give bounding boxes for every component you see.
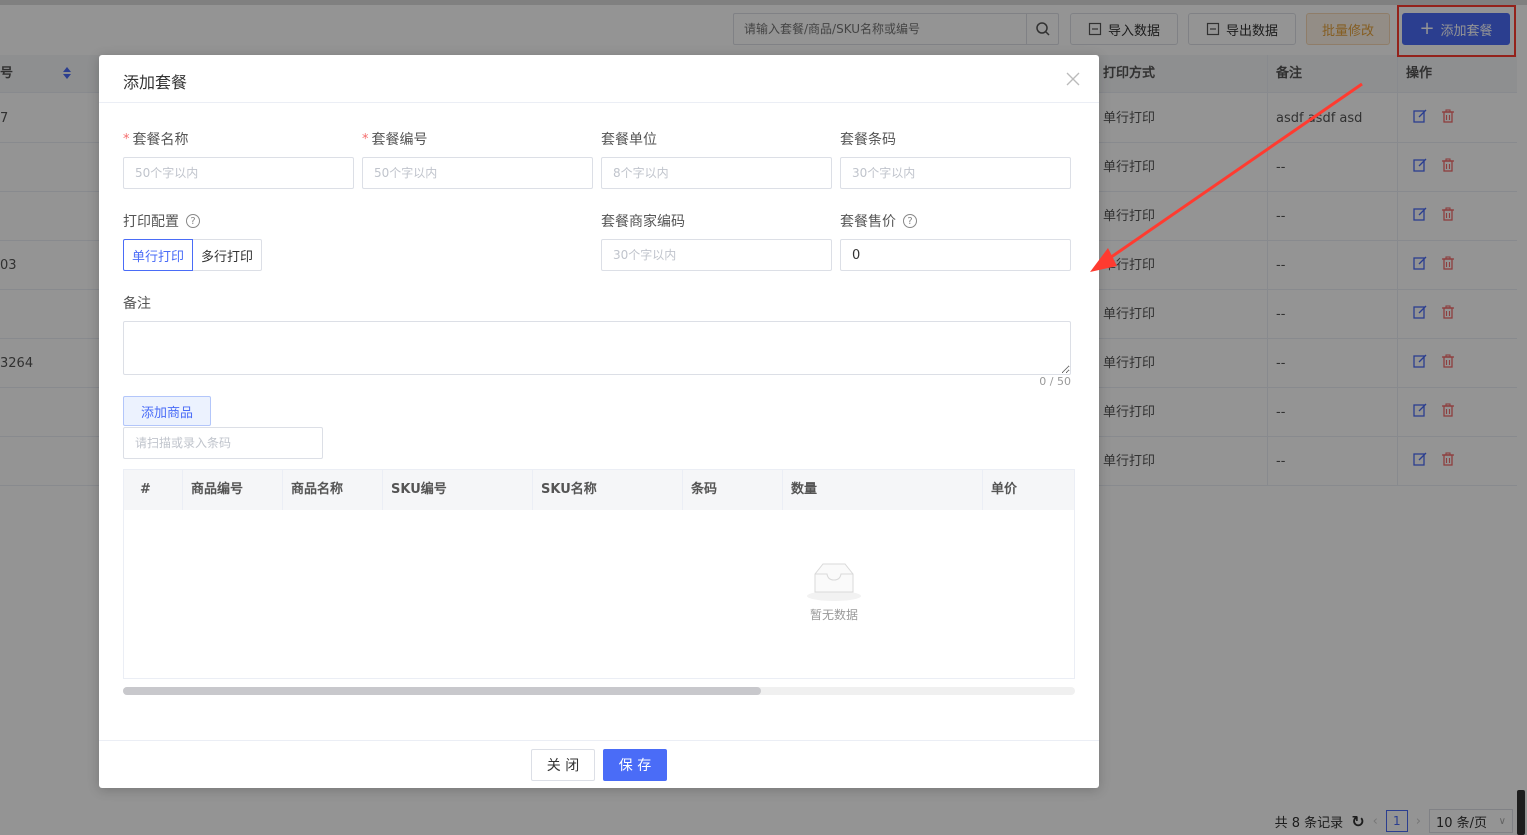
goods-table-header: # 商品编号 商品名称 SKU编号 SKU名称 条码 数量 单价 [124,470,1074,510]
hscrollbar-thumb[interactable] [123,687,761,695]
print-single-option[interactable]: 单行打印 [123,239,194,271]
package-unit-label: 套餐单位 [601,129,657,149]
print-config-radio-group: 单行打印 多行打印 [123,239,263,271]
print-config-label: 打印配置 ? [123,211,200,231]
empty-state: 暂无数据 [804,560,864,623]
remark-label: 备注 [123,293,151,313]
dialog-footer: 关 闭 保 存 [99,740,1099,788]
goods-th-barcode: 条码 [683,470,783,510]
merchant-code-input[interactable] [601,239,832,271]
add-package-dialog: 添加套餐 * 套餐名称 * 套餐编号 套餐单位 套餐条码 打印配置 ? 单行打印… [99,55,1099,788]
help-icon[interactable]: ? [186,214,200,228]
close-button[interactable]: 关 闭 [531,749,595,781]
remark-textarea[interactable] [123,321,1071,375]
price-input[interactable] [840,239,1071,271]
price-label-text: 套餐售价 [840,214,896,230]
required-mark: * [362,131,369,147]
goods-th-product-code: 商品编号 [183,470,283,510]
package-barcode-label-text: 套餐条码 [840,132,896,148]
goods-th-product-name: 商品名称 [283,470,383,510]
package-unit-input[interactable] [601,157,832,189]
goods-th-sku-code: SKU编号 [383,470,533,510]
add-goods-button[interactable]: 添加商品 [123,396,211,426]
package-code-label-text: 套餐编号 [371,132,428,148]
remark-label-text: 备注 [123,296,151,312]
close-icon[interactable] [1063,69,1083,89]
help-icon[interactable]: ? [903,214,917,228]
package-unit-label-text: 套餐单位 [601,132,657,148]
print-config-label-text: 打印配置 [123,214,179,230]
price-label: 套餐售价 ? [840,211,917,231]
barcode-scan-input[interactable] [123,427,323,459]
merchant-code-label-text: 套餐商家编码 [601,214,685,230]
package-name-input[interactable] [123,157,354,189]
goods-th-sku-name: SKU名称 [533,470,683,510]
package-barcode-label: 套餐条码 [840,129,896,149]
goods-th-quantity: 数量 [783,470,983,510]
goods-th-index: # [124,470,183,510]
empty-box-icon [807,563,861,601]
required-mark: * [123,131,130,147]
package-name-label-text: 套餐名称 [132,132,189,148]
package-barcode-input[interactable] [840,157,1071,189]
print-multi-option[interactable]: 多行打印 [193,239,263,271]
goods-th-unit-price: 单价 [991,482,1018,497]
dialog-header: 添加套餐 [99,55,1099,103]
remark-char-counter: 0 / 50 [1039,375,1071,388]
save-button[interactable]: 保 存 [603,749,667,781]
goods-table-hscrollbar[interactable] [123,687,1075,695]
dialog-title: 添加套餐 [123,73,188,92]
empty-text: 暂无数据 [809,608,858,622]
merchant-code-label: 套餐商家编码 [601,211,685,231]
package-code-label: * 套餐编号 [362,129,428,149]
package-name-label: * 套餐名称 [123,129,189,149]
package-code-input[interactable] [362,157,593,189]
goods-table: # 商品编号 商品名称 SKU编号 SKU名称 条码 数量 单价 暂无数据 [123,469,1075,679]
